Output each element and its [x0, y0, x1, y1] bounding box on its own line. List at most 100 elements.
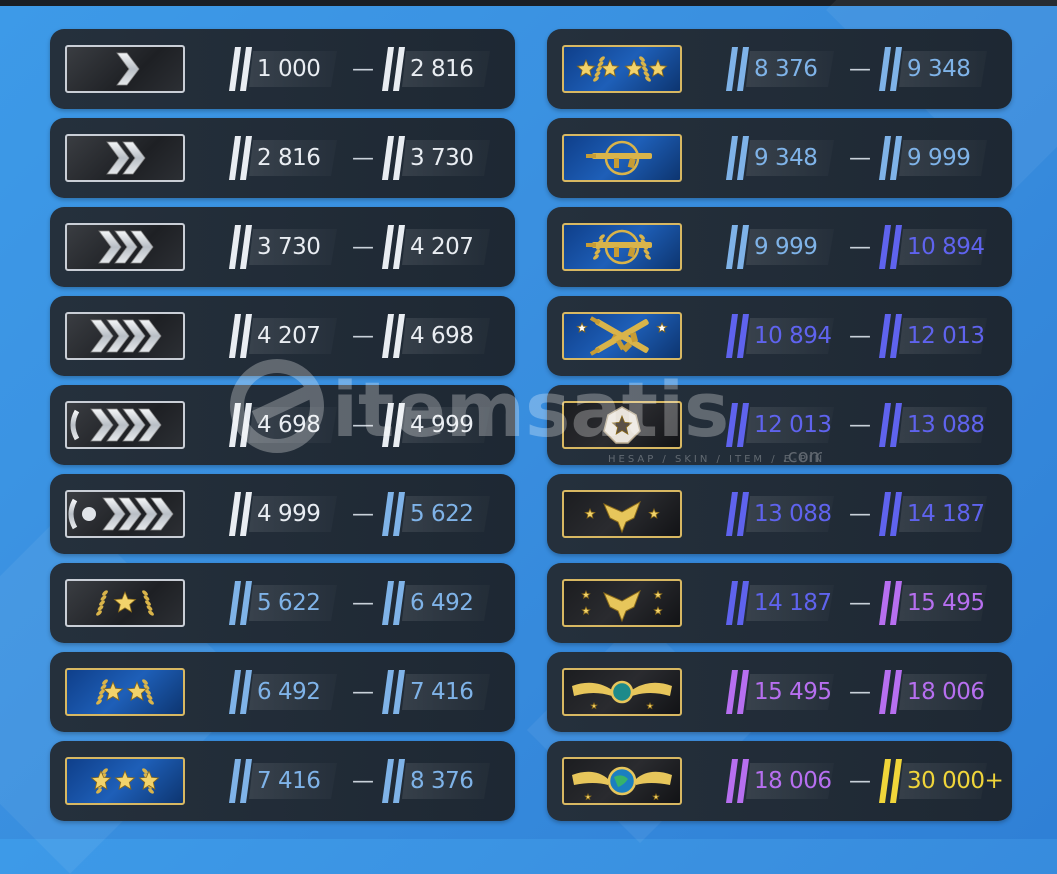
min-elo-value: 15 495: [722, 670, 834, 714]
range-separator: —: [849, 591, 871, 616]
min-elo-number: 7 416: [257, 768, 321, 794]
min-elo-number: 4 698: [257, 412, 321, 438]
max-elo-number: 6 492: [410, 590, 474, 616]
max-elo-value: 15 495: [875, 581, 987, 625]
rank-row-global-elite: 18 006 — 30 000+: [547, 741, 1012, 821]
rank-row-silver-2: 2 816 — 3 730: [50, 118, 515, 198]
chevron-3-icon: [65, 223, 185, 271]
max-elo-value: 8 376: [378, 759, 490, 803]
max-elo-value: 14 187: [875, 492, 987, 536]
min-elo-value: 1 000: [225, 47, 337, 91]
range-separator: —: [352, 235, 374, 260]
gold-star-3-icon: [65, 757, 185, 805]
min-elo-number: 9 348: [754, 145, 818, 171]
gold-star-1-icon: [65, 579, 185, 627]
max-elo-value: 6 492: [378, 581, 490, 625]
ak-rifle-wreath-icon: [562, 223, 682, 271]
range-separator: —: [352, 769, 374, 794]
max-elo-value: 7 416: [378, 670, 490, 714]
max-elo-number: 4 207: [410, 234, 474, 260]
chevron-2-icon: [65, 134, 185, 182]
max-elo-number: 12 013: [907, 323, 985, 349]
min-elo-value: 14 187: [722, 581, 834, 625]
max-elo-number: 5 622: [410, 501, 474, 527]
rank-row-silver-1: 1 000 — 2 816: [50, 29, 515, 109]
range-separator: —: [352, 591, 374, 616]
range-separator: —: [849, 235, 871, 260]
range-separator: —: [849, 680, 871, 705]
max-elo-number: 8 376: [410, 768, 474, 794]
min-elo-number: 14 187: [754, 590, 832, 616]
min-elo-value: 6 492: [225, 670, 337, 714]
rank-row-gold-nova-master: 8 376 — 9 348: [547, 29, 1012, 109]
range-separator: —: [849, 413, 871, 438]
range-separator: —: [849, 57, 871, 82]
range-separator: —: [849, 502, 871, 527]
min-elo-number: 6 492: [257, 679, 321, 705]
rank-column-right: 8 376—9 348 9 348—9 999 9 999—10 894 10 894…: [547, 29, 1012, 830]
rank-row-gold-nova-1: 5 622 — 6 492: [50, 563, 515, 643]
min-elo-number: 12 013: [754, 412, 832, 438]
rank-row-distinguished-master-guardian: 12 013 — 13 088: [547, 385, 1012, 465]
min-elo-value: 4 207: [225, 314, 337, 358]
max-elo-value: 9 348: [875, 47, 987, 91]
min-elo-number: 15 495: [754, 679, 832, 705]
range-separator: —: [352, 502, 374, 527]
max-elo-value: 9 999: [875, 136, 987, 180]
max-elo-value: 30 000+: [875, 759, 1004, 803]
min-elo-number: 5 622: [257, 590, 321, 616]
rank-row-master-guardian-2: 9 999 — 10 894: [547, 207, 1012, 287]
min-elo-value: 7 416: [225, 759, 337, 803]
max-elo-value: 13 088: [875, 403, 987, 447]
ak-rifle-icon: [562, 134, 682, 182]
chevron-elite-master-icon: [65, 490, 185, 538]
max-elo-number: 14 187: [907, 501, 985, 527]
rank-row-legendary-eagle-master: 14 187 — 15 495: [547, 563, 1012, 643]
min-elo-number: 18 006: [754, 768, 832, 794]
min-elo-value: 10 894: [722, 314, 834, 358]
rank-column-left: 1 000—2 816 2 816—3 730 3 730—4 207 4 207—4…: [50, 29, 515, 830]
chevron-1-icon: [65, 45, 185, 93]
max-elo-number: 18 006: [907, 679, 985, 705]
min-elo-number: 4 999: [257, 501, 321, 527]
range-separator: —: [352, 680, 374, 705]
rank-row-silver-elite: 4 698 — 4 999: [50, 385, 515, 465]
min-elo-value: 13 088: [722, 492, 834, 536]
min-elo-value: 8 376: [722, 47, 834, 91]
globe-emblem-icon: [562, 757, 682, 805]
rank-row-supreme-master-first-class: 15 495 — 18 006: [547, 652, 1012, 732]
max-elo-number: 3 730: [410, 145, 474, 171]
max-elo-value: 4 698: [378, 314, 490, 358]
max-elo-number: 10 894: [907, 234, 985, 260]
max-elo-number: 30 000+: [907, 768, 1004, 794]
min-elo-number: 9 999: [754, 234, 818, 260]
rank-row-silver-3: 3 730 — 4 207: [50, 207, 515, 287]
rank-row-master-guardian-elite: 10 894 — 12 013: [547, 296, 1012, 376]
min-elo-number: 8 376: [754, 56, 818, 82]
max-elo-number: 2 816: [410, 56, 474, 82]
rank-row-silver-elite-master: 4 999 — 5 622: [50, 474, 515, 554]
gold-star-4-icon: [562, 45, 682, 93]
winged-emblem-icon: [562, 668, 682, 716]
range-separator: —: [849, 324, 871, 349]
rank-row-legendary-eagle: 13 088 — 14 187: [547, 474, 1012, 554]
min-elo-value: 4 999: [225, 492, 337, 536]
max-elo-value: 12 013: [875, 314, 987, 358]
max-elo-number: 4 698: [410, 323, 474, 349]
range-separator: —: [352, 57, 374, 82]
max-elo-value: 5 622: [378, 492, 490, 536]
min-elo-value: 4 698: [225, 403, 337, 447]
rank-row-gold-nova-2: 6 492 — 7 416: [50, 652, 515, 732]
range-separator: —: [352, 413, 374, 438]
min-elo-number: 3 730: [257, 234, 321, 260]
min-elo-value: 5 622: [225, 581, 337, 625]
min-elo-value: 12 013: [722, 403, 834, 447]
min-elo-number: 10 894: [754, 323, 832, 349]
range-separator: —: [352, 324, 374, 349]
crossed-rifles-icon: [562, 312, 682, 360]
max-elo-value: 4 999: [378, 403, 490, 447]
min-elo-value: 9 999: [722, 225, 834, 269]
max-elo-number: 4 999: [410, 412, 474, 438]
range-separator: —: [849, 769, 871, 794]
max-elo-number: 13 088: [907, 412, 985, 438]
